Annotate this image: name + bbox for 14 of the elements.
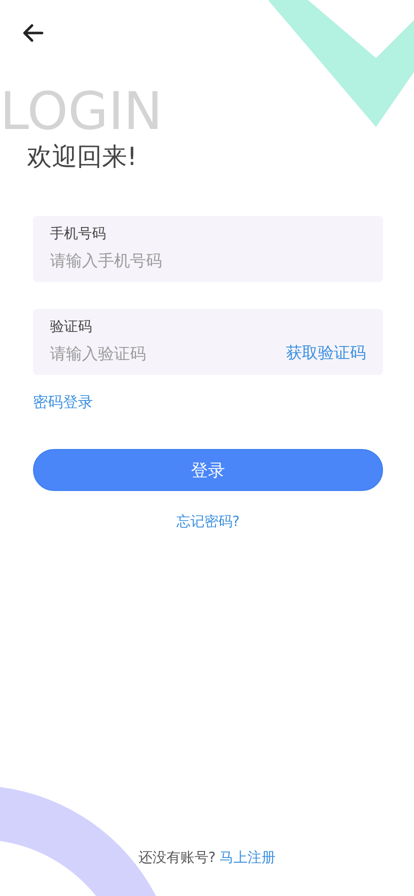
input-field[interactable]: 手机号码 请输入手机号码 — [33, 216, 383, 282]
text-input[interactable]: 请输入验证码 — [50, 340, 286, 366]
login-button[interactable]: 登录 — [33, 449, 383, 491]
page-title: 欢迎回来! — [27, 141, 138, 173]
get-code-link[interactable]: 获取验证码 — [286, 342, 366, 364]
back-arrow-icon[interactable] — [22, 22, 44, 44]
register-link[interactable]: 马上注册 — [220, 849, 276, 867]
password-login-link[interactable]: 密码登录 — [33, 393, 93, 412]
field-label: 验证码 — [50, 318, 92, 336]
field-label: 手机号码 — [50, 225, 106, 243]
footer-text: 还没有账号? — [138, 849, 216, 867]
forgot-password-link[interactable]: 忘记密码? — [176, 513, 240, 531]
text-input[interactable]: 请输入手机号码 — [50, 247, 366, 273]
input-field[interactable]: 验证码 请输入验证码 获取验证码 — [33, 309, 383, 375]
